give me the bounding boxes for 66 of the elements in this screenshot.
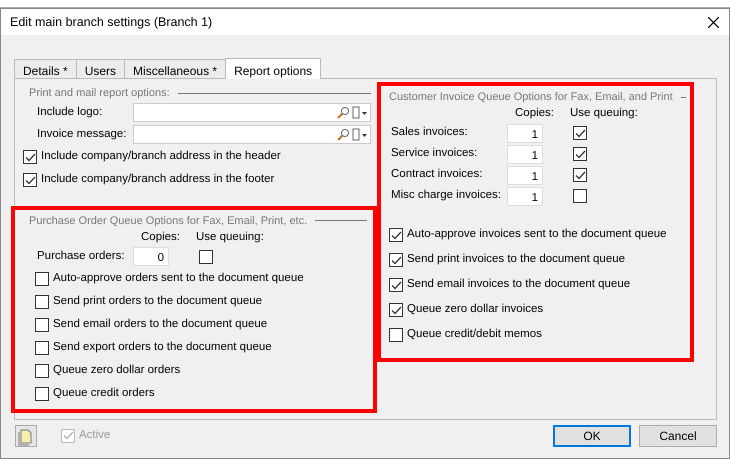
checkbox[interactable]	[199, 250, 213, 264]
copies-field[interactable]: 1	[507, 186, 543, 206]
search-icon[interactable]	[337, 106, 350, 119]
close-icon[interactable]	[708, 16, 719, 28]
copies-field[interactable]: 1	[507, 124, 543, 142]
input-field[interactable]	[133, 103, 371, 122]
checkbox-label: Send email orders to the document queue	[53, 316, 268, 332]
checkbox-label: Queue credit/debit memos	[407, 327, 542, 342]
checkbox[interactable]	[23, 150, 37, 164]
checkbox[interactable]	[573, 126, 587, 140]
checkbox[interactable]	[389, 303, 403, 317]
checkbox[interactable]	[573, 189, 587, 203]
checkbox-label: Queue zero dollar orders	[53, 362, 180, 378]
checkbox-label: Send export orders to the document queue	[53, 340, 272, 355]
checkbox[interactable]	[389, 228, 403, 242]
dropdown-icon[interactable]	[352, 106, 368, 119]
tab[interactable]: Miscellaneous *	[124, 59, 226, 78]
column-header: Use queuing:	[196, 230, 264, 245]
column-header: Copies:	[515, 106, 554, 122]
group-title: Customer Invoice Queue Options for Fax, Email, and Print	[389, 90, 673, 105]
checkbox-label: Send print invoices to the document queue	[407, 252, 626, 268]
group-title: Print and mail report options:	[29, 86, 170, 101]
checkbox[interactable]	[35, 294, 49, 308]
row-label: Sales invoices:	[391, 125, 469, 140]
copies-field[interactable]: 1	[507, 166, 543, 184]
column-header: Use queuing:	[570, 106, 638, 122]
window-title: Edit main branch settings (Branch 1)	[10, 14, 212, 31]
tab[interactable]: Users	[76, 59, 126, 78]
checkbox-label: Queue zero dollar invoices	[407, 302, 544, 318]
document-icon[interactable]	[15, 424, 37, 446]
row-label: Misc charge invoices:	[391, 188, 502, 204]
row-label: Contract invoices:	[391, 167, 484, 182]
checkbox[interactable]	[35, 318, 49, 332]
copies-field[interactable]: 1	[507, 144, 543, 164]
dialog-button[interactable]: OK	[553, 424, 631, 446]
checkbox[interactable]	[573, 168, 587, 182]
search-icon[interactable]	[337, 128, 350, 141]
checkbox-label: Active	[79, 428, 110, 443]
dropdown-icon[interactable]	[352, 128, 368, 141]
checkbox[interactable]	[35, 386, 49, 400]
row-label: Purchase orders:	[37, 248, 126, 264]
tab[interactable]: Report options	[225, 58, 322, 79]
checkbox[interactable]	[35, 364, 49, 378]
checkbox[interactable]	[389, 328, 403, 342]
group-title: Purchase Order Queue Options for Fax, Email, Print, etc.	[29, 214, 308, 228]
checkbox-label: Queue credit orders	[53, 386, 155, 401]
checkbox-label: Include company/branch address in the header	[41, 149, 281, 164]
checkbox[interactable]	[35, 340, 49, 354]
input-field[interactable]	[133, 125, 371, 144]
copies-field[interactable]: 0	[133, 247, 169, 266]
checkbox-label: Send email invoices to the document queue	[407, 277, 630, 292]
row-label: Service invoices:	[391, 146, 478, 162]
checkbox[interactable]	[573, 147, 587, 161]
checkbox[interactable]	[389, 253, 403, 267]
checkbox-label: Include company/branch address in the footer	[41, 172, 274, 188]
tab[interactable]: Details *	[14, 59, 77, 78]
checkbox[interactable]	[35, 272, 49, 286]
field-label: Include logo:	[37, 104, 104, 120]
checkbox-label: Send print orders to the document queue	[53, 294, 262, 309]
checkbox-label: Auto-approve orders sent to the document queue	[53, 270, 304, 286]
checkbox-label: Auto-approve invoices sent to the document queue	[407, 227, 667, 242]
field-label: Invoice message:	[37, 126, 128, 142]
column-header: Copies:	[141, 230, 180, 245]
dialog-button[interactable]: Cancel	[639, 424, 717, 446]
checkbox[interactable]	[23, 173, 37, 187]
checkbox[interactable]	[389, 278, 403, 292]
